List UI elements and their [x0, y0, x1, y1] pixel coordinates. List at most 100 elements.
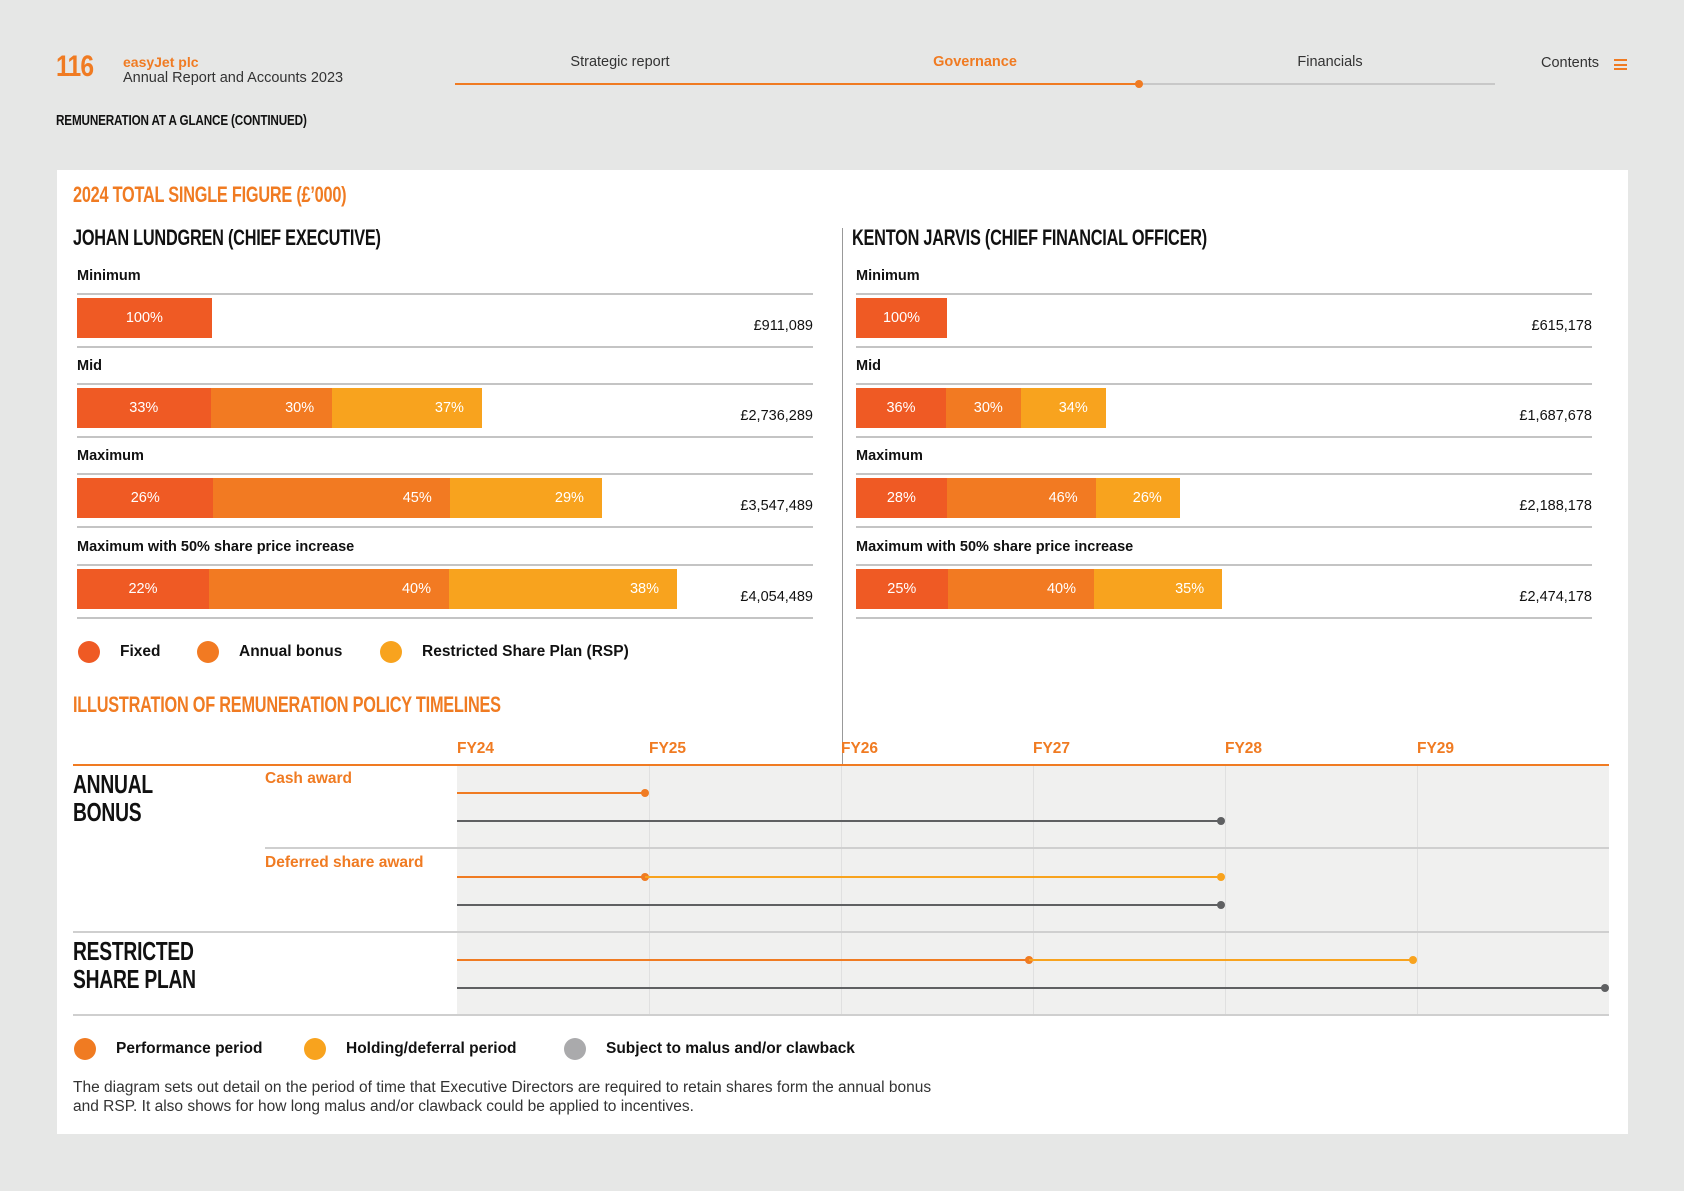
bar-segment-rsp: 34%: [1020, 388, 1106, 428]
bar-segment-annual-bonus: 40%: [947, 569, 1094, 609]
scenario-top-rule: [77, 564, 813, 566]
year-label: FY27: [1033, 740, 1071, 757]
bar-segment-fixed: 36%: [856, 388, 946, 428]
stacked-bar: 25% 40% 35%: [856, 569, 1456, 609]
bar-segment-fixed: 28%: [856, 478, 947, 518]
scenario-total: £4,054,489: [740, 589, 813, 605]
scenario-bottom-rule: [77, 346, 813, 348]
contents-link[interactable]: Contents: [1541, 55, 1599, 71]
year-gridline: [1033, 765, 1034, 1015]
stacked-bar: 100%: [77, 298, 677, 338]
menu-icon[interactable]: [1614, 59, 1627, 70]
panel-divider: [842, 228, 843, 822]
bar-segment-rsp: 35%: [1093, 569, 1223, 609]
timeline-title: ILLUSTRATION OF REMUNERATION POLICY TIME…: [73, 692, 501, 717]
timeline-malus-line: [457, 987, 1606, 989]
legend-holding-label: Holding/deferral period: [346, 1040, 517, 1057]
scenario-label: Maximum with 50% share price increase: [856, 539, 1134, 555]
timeline-holding-line: [645, 876, 1222, 878]
tab-governance[interactable]: Governance: [875, 54, 1075, 70]
legend-annual-bonus-label: Annual bonus: [239, 643, 343, 660]
legend-fixed: Fixed: [78, 641, 160, 663]
timeline-footnote: The diagram sets out detail on the perio…: [73, 1079, 932, 1115]
scenario-label: Maximum: [77, 448, 144, 464]
legend-malus-label: Subject to malus and/or clawback: [606, 1040, 855, 1057]
scenario-label: Mid: [856, 358, 881, 374]
scenario-row: Mid 36% 30% 34% £1,687,678: [856, 358, 1592, 448]
year-label: FY29: [1417, 740, 1455, 757]
cfo-title: KENTON JARVIS (CHIEF FINANCIAL OFFICER): [852, 225, 1207, 250]
scenario-total: £911,089: [753, 318, 813, 334]
performance-swatch: [74, 1038, 96, 1060]
timeline-performance-line: [457, 959, 1030, 961]
legend-rsp: Restricted Share Plan (RSP): [380, 641, 629, 663]
nav-progress: [455, 83, 1139, 85]
scenario-top-rule: [856, 564, 1592, 566]
scenario-row: Maximum 26% 45% 29% £3,547,489: [77, 448, 813, 538]
legend-malus-clawback: Subject to malus and/or clawback: [564, 1038, 855, 1060]
restricted-share-plan-heading: RESTRICTED SHARE PLAN: [73, 936, 196, 994]
bar-segment-fixed: 100%: [856, 298, 948, 338]
timeline-malus-line: [457, 904, 1222, 906]
report-title: Annual Report and Accounts 2023: [123, 70, 344, 86]
year-gridline: [649, 765, 650, 1015]
bar-segment-fixed: 25%: [856, 569, 948, 609]
scenario-label: Minimum: [77, 268, 141, 284]
section-heading: REMUNERATION AT A GLANCE (CONTINUED): [56, 112, 307, 129]
stacked-bar: 36% 30% 34%: [856, 388, 1456, 428]
scenario-total: £615,178: [1531, 318, 1592, 334]
legend-performance-label: Performance period: [116, 1040, 263, 1057]
year-gridline: [841, 765, 842, 1015]
legend-performance-period: Performance period: [74, 1038, 262, 1060]
scenario-row: Minimum 100% £911,089: [77, 268, 813, 358]
bar-segment-fixed: 33%: [77, 388, 211, 428]
scenario-total: £3,547,489: [740, 498, 813, 514]
section-nav: Strategic report Governance Financials: [455, 54, 1495, 88]
bar-segment-rsp: 37%: [332, 388, 482, 428]
scenario-bottom-rule: [856, 346, 1592, 348]
bar-segment-fixed: 26%: [77, 478, 214, 518]
tab-strategic-report[interactable]: Strategic report: [520, 54, 720, 70]
malus-swatch: [564, 1038, 586, 1060]
bar-segment-fixed: 100%: [77, 298, 212, 338]
legend-annual-bonus: Annual bonus: [197, 641, 342, 663]
bar-segment-annual-bonus: 40%: [209, 569, 449, 609]
tab-financials[interactable]: Financials: [1230, 54, 1430, 70]
year-label: FY25: [649, 740, 687, 757]
scenario-bottom-rule: [856, 526, 1592, 528]
single-figure-title: 2024 TOTAL SINGLE FIGURE (£’000): [73, 182, 347, 207]
holding-swatch: [304, 1038, 326, 1060]
scenario-row: Minimum 100% £615,178: [856, 268, 1592, 358]
bar-segment-rsp: 29%: [449, 478, 602, 518]
scenario-top-rule: [77, 473, 813, 475]
timeline-holding-line: [1029, 959, 1414, 961]
legend-holding-period: Holding/deferral period: [304, 1038, 517, 1060]
scenario-label: Maximum: [856, 448, 923, 464]
timeline-performance-line: [457, 876, 646, 878]
timeline-malus-line: [457, 820, 1222, 822]
scenario-total: £2,736,289: [740, 408, 813, 424]
scenario-top-rule: [77, 293, 813, 295]
scenario-top-rule: [856, 293, 1592, 295]
bar-segment-rsp: 38%: [449, 569, 677, 609]
scenario-label: Mid: [77, 358, 102, 374]
annual-bonus-heading: ANNUAL BONUS: [73, 769, 153, 827]
deferred-share-award-label: Deferred share award: [265, 854, 424, 871]
timeline-section-separator: [73, 931, 1609, 933]
scenario-bottom-rule: [77, 436, 813, 438]
chief-executive-title: JOHAN LUNDGREN (CHIEF EXECUTIVE): [73, 225, 381, 250]
timeline-performance-line: [457, 792, 646, 794]
scenario-total: £1,687,678: [1519, 408, 1592, 424]
fixed-swatch: [78, 641, 100, 663]
company-name: easyJet plc: [123, 54, 199, 70]
bar-segment-annual-bonus: 45%: [213, 478, 450, 518]
scenario-row: Maximum with 50% share price increase 25%…: [856, 539, 1592, 629]
scenario-bottom-rule: [856, 617, 1592, 619]
stacked-bar: 100%: [856, 298, 1456, 338]
year-gridline: [1417, 765, 1418, 1015]
bar-segment-annual-bonus: 30%: [945, 388, 1021, 428]
year-label: FY26: [841, 740, 879, 757]
bar-segment-annual-bonus: 30%: [210, 388, 333, 428]
scenario-label: Maximum with 50% share price increase: [77, 539, 355, 555]
timeline-bottom-rule: [73, 1014, 1609, 1016]
